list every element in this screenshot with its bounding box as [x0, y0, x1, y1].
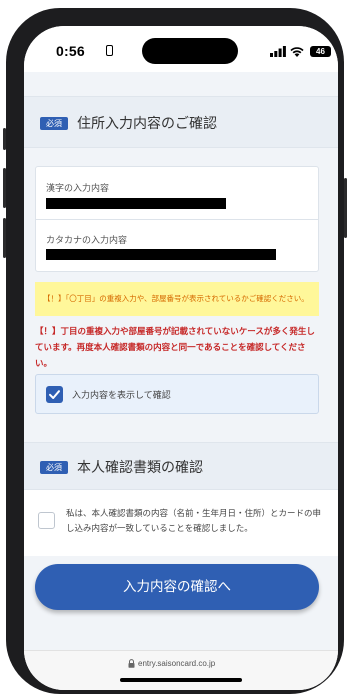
volume-down-button — [3, 218, 6, 258]
consent-row[interactable]: 私は、本人確認書類の内容（名前・生年月日・住所）とカードの申し込み内容が一致して… — [24, 490, 338, 556]
show-input-checkbox-row[interactable]: 入力内容を表示して確認 — [35, 374, 319, 414]
required-badge: 必須 — [40, 461, 68, 474]
checkbox-checked[interactable] — [46, 386, 63, 403]
battery-icon: 46 — [310, 46, 331, 57]
kanji-label: 漢字の入力内容 — [46, 184, 110, 194]
divider — [36, 219, 318, 220]
status-bar: 0:56 46 — [24, 26, 338, 72]
volume-up-button — [3, 168, 6, 208]
phone-frame: 0:56 46 必須 住所入力内容のご確認 漢字の入力内容 カタカナの入力内容 … — [3, 8, 347, 694]
warning-message: 【！】丁目の重複入力や部屋番号が記載されていないケースが多く発生しています。再度… — [35, 327, 315, 369]
status-time: 0:56 — [56, 43, 85, 59]
id-section-header: 必須 本人確認書類の確認 — [24, 442, 338, 490]
katakana-label: カタカナの入力内容 — [46, 236, 128, 246]
address-card: 漢字の入力内容 カタカナの入力内容 — [35, 166, 319, 272]
notice-box: 【！】「〇丁目」の重複入力や、部屋番号が表示されているかご確認ください。 — [35, 282, 319, 316]
checkmark-icon — [49, 390, 60, 399]
cellular-signal-icon — [270, 46, 286, 57]
submit-button[interactable]: 入力内容の確認へ — [35, 564, 319, 610]
lock-icon — [128, 659, 135, 668]
page-content: 必須 住所入力内容のご確認 漢字の入力内容 カタカナの入力内容 【！】「〇丁目」… — [24, 72, 338, 650]
url-text: entry.saisoncard.co.jp — [138, 659, 216, 668]
power-button — [344, 178, 347, 238]
url-bar[interactable]: entry.saisoncard.co.jp — [24, 650, 338, 690]
id-card-icon — [106, 45, 113, 56]
dynamic-island — [142, 38, 238, 64]
katakana-address-redacted — [46, 249, 276, 260]
section-title: 住所入力内容のご確認 — [77, 116, 217, 132]
checkbox-label: 入力内容を表示して確認 — [72, 391, 171, 401]
wifi-icon — [290, 47, 304, 57]
section-title: 本人確認書類の確認 — [77, 460, 203, 476]
consent-checkbox[interactable] — [38, 512, 55, 529]
consent-text: 私は、本人確認書類の内容（名前・生年月日・住所）とカードの申し込み内容が一致して… — [66, 509, 322, 534]
home-indicator[interactable] — [120, 678, 242, 682]
required-badge: 必須 — [40, 117, 68, 130]
screen: 0:56 46 必須 住所入力内容のご確認 漢字の入力内容 カタカナの入力内容 … — [24, 26, 338, 690]
action-button — [3, 128, 6, 150]
address-section-header: 必須 住所入力内容のご確認 — [24, 96, 338, 148]
kanji-address-redacted — [46, 198, 226, 209]
